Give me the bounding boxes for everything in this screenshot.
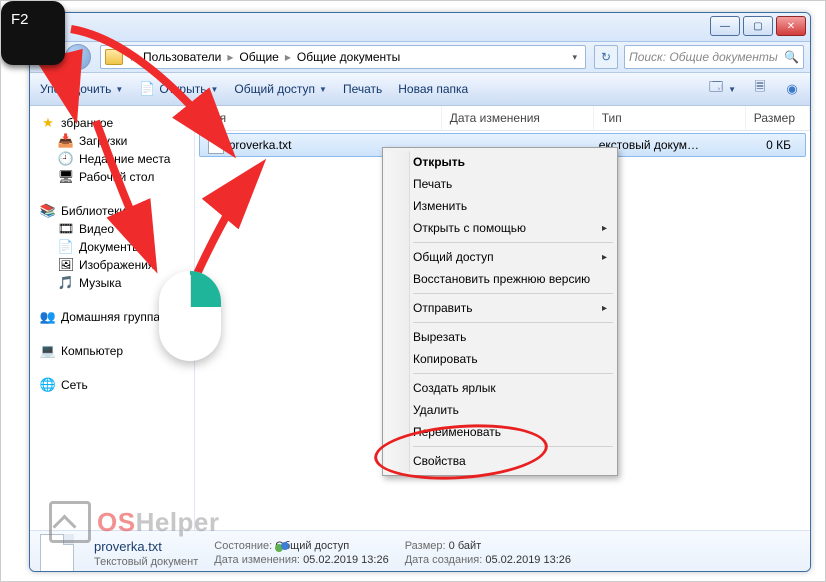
- annotation-arrow: [1, 1, 826, 582]
- watermark-cursor-icon: [49, 501, 91, 543]
- annotation-f2-key: F2: [1, 1, 65, 65]
- watermark-oshelper: OSHelper: [49, 501, 220, 543]
- annotation-mouse-icon: [159, 271, 221, 361]
